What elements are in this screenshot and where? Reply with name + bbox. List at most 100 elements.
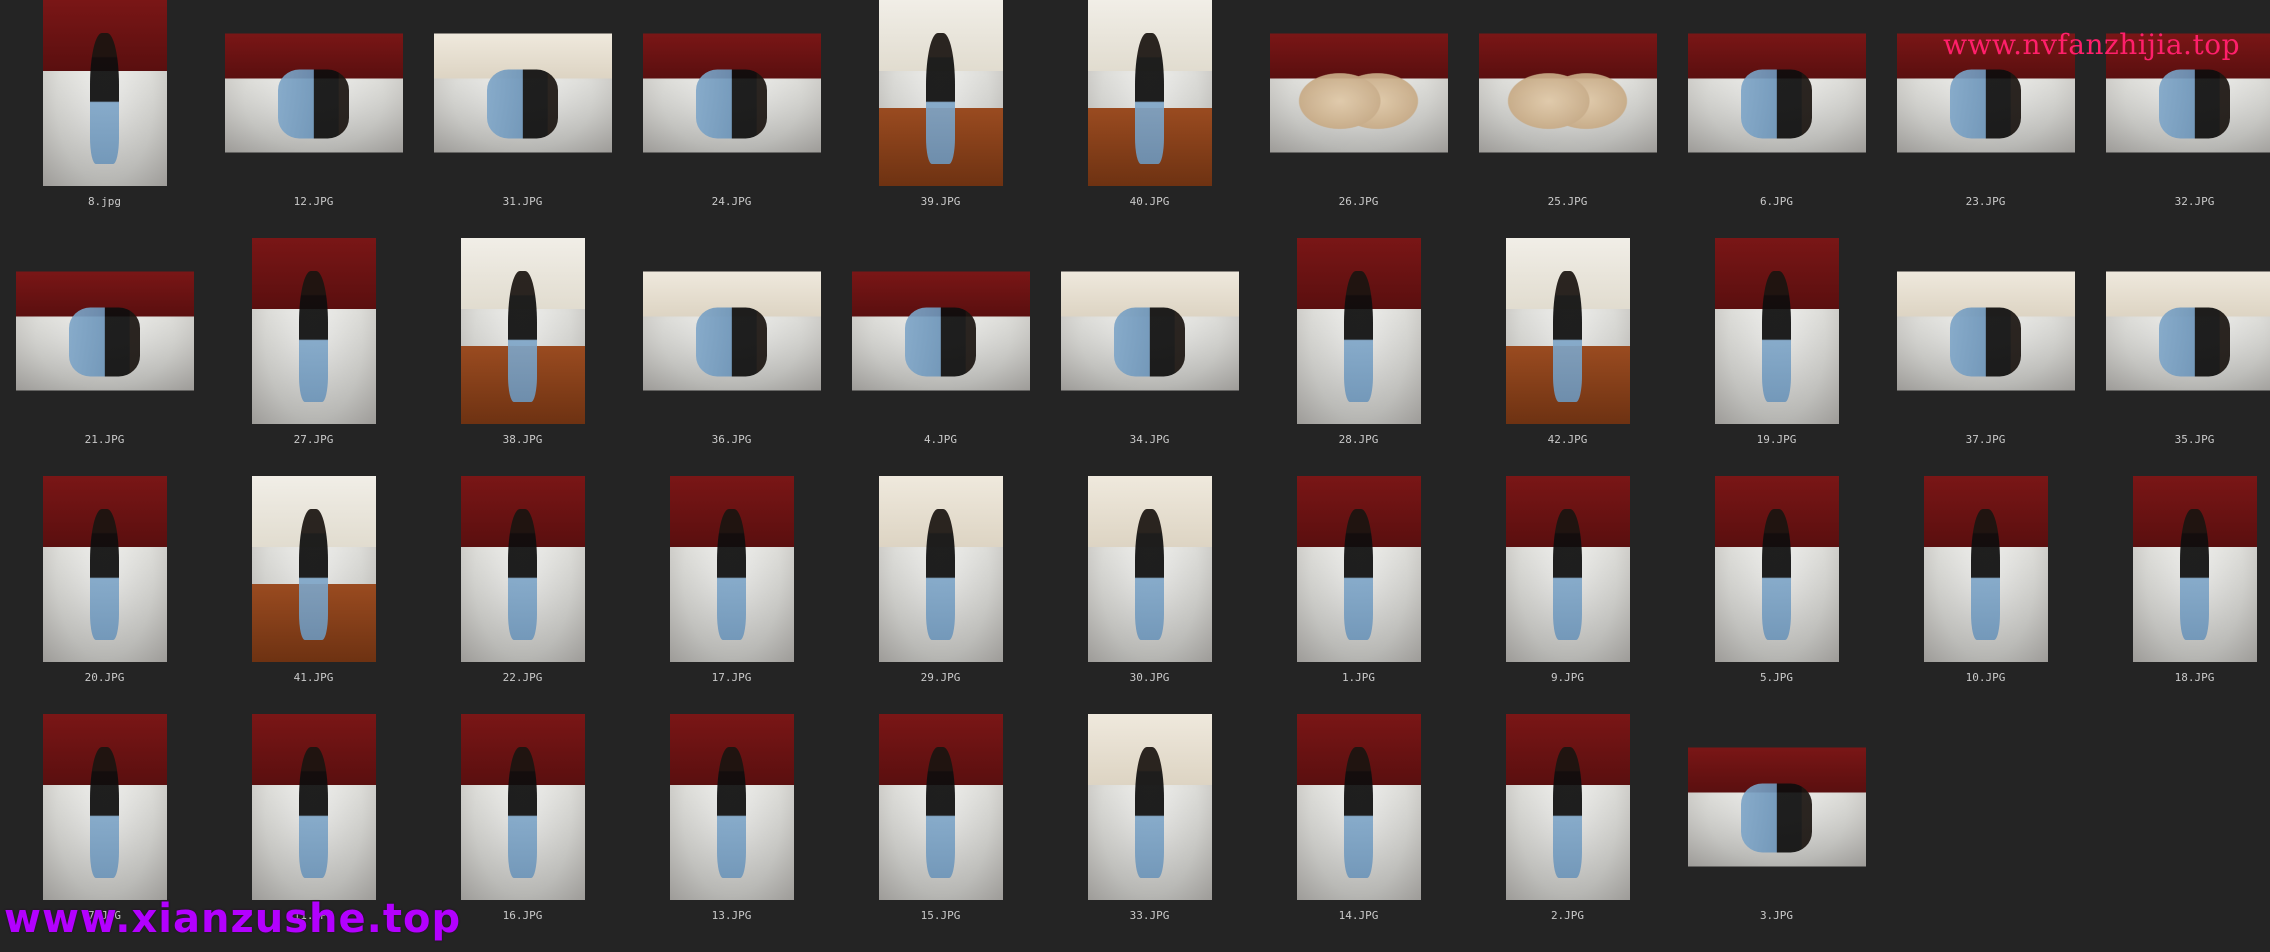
thumbnail-filename[interactable]: 27.JPG [209,433,418,446]
thumbnail-filename[interactable]: 12.JPG [209,195,418,208]
thumbnail-image[interactable] [1061,272,1239,391]
thumbnail-image[interactable] [670,476,794,662]
thumbnail-item[interactable]: 36.JPG [627,238,836,476]
thumbnail-filename[interactable]: 38.JPG [418,433,627,446]
thumbnail-filename[interactable]: 5.JPG [1672,671,1881,684]
thumbnail-image[interactable] [1715,238,1839,424]
thumbnail-item[interactable]: 29.JPG [836,476,1045,714]
thumbnail-item[interactable]: 33.JPG [1045,714,1254,952]
thumbnail-item[interactable]: 24.JPG [627,0,836,238]
thumbnail-item[interactable]: 1.JPG [1254,476,1463,714]
thumbnail-image[interactable] [1688,34,1866,153]
thumbnail-image[interactable] [643,34,821,153]
thumbnail-item[interactable]: 19.JPG [1672,238,1881,476]
thumbnail-image[interactable] [1715,476,1839,662]
thumbnail-item[interactable]: 26.JPG [1254,0,1463,238]
thumbnail-item[interactable]: 28.JPG [1254,238,1463,476]
thumbnail-filename[interactable]: 10.JPG [1881,671,2090,684]
thumbnail-item[interactable]: 40.JPG [1045,0,1254,238]
thumbnail-filename[interactable]: 15.JPG [836,909,1045,922]
thumbnail-item[interactable]: 21.JPG [0,238,209,476]
thumbnail-image[interactable] [16,272,194,391]
thumbnail-image[interactable] [1506,714,1630,900]
thumbnail-image[interactable] [1506,238,1630,424]
thumbnail-item[interactable]: 8.jpg [0,0,209,238]
thumbnail-filename[interactable]: 18.JPG [2090,671,2270,684]
thumbnail-image[interactable] [43,476,167,662]
thumbnail-filename[interactable]: 42.JPG [1463,433,1672,446]
thumbnail-filename[interactable]: 9.JPG [1463,671,1672,684]
thumbnail-image[interactable] [879,714,1003,900]
thumbnail-item[interactable]: 9.JPG [1463,476,1672,714]
thumbnail-filename[interactable]: 29.JPG [836,671,1045,684]
thumbnail-item[interactable]: 35.JPG [2090,238,2270,476]
thumbnail-filename[interactable]: 28.JPG [1254,433,1463,446]
thumbnail-image[interactable] [252,238,376,424]
thumbnail-image[interactable] [1088,476,1212,662]
thumbnail-filename[interactable]: 36.JPG [627,433,836,446]
thumbnail-image[interactable] [252,476,376,662]
thumbnail-item[interactable]: 31.JPG [418,0,627,238]
thumbnail-filename[interactable]: 40.JPG [1045,195,1254,208]
thumbnail-item[interactable]: 22.JPG [418,476,627,714]
thumbnail-image[interactable] [2106,272,2270,391]
thumbnail-image[interactable] [43,0,167,186]
thumbnail-item[interactable]: 17.JPG [627,476,836,714]
thumbnail-item[interactable]: 15.JPG [836,714,1045,952]
thumbnail-item[interactable]: 37.JPG [1881,238,2090,476]
thumbnail-filename[interactable]: 26.JPG [1254,195,1463,208]
thumbnail-image[interactable] [1297,476,1421,662]
thumbnail-item[interactable]: 12.JPG [209,0,418,238]
thumbnail-item[interactable]: 34.JPG [1045,238,1254,476]
thumbnail-image[interactable] [852,272,1030,391]
thumbnail-filename[interactable]: 25.JPG [1463,195,1672,208]
thumbnail-filename[interactable]: 41.JPG [209,671,418,684]
thumbnail-image[interactable] [879,476,1003,662]
thumbnail-filename[interactable]: 19.JPG [1672,433,1881,446]
thumbnail-image[interactable] [461,714,585,900]
thumbnail-image[interactable] [1924,476,2048,662]
thumbnail-item[interactable]: 38.JPG [418,238,627,476]
thumbnail-image[interactable] [225,34,403,153]
thumbnail-item[interactable]: 25.JPG [1463,0,1672,238]
thumbnail-item[interactable]: 3.JPG [1672,714,1881,952]
thumbnail-item[interactable]: 27.JPG [209,238,418,476]
thumbnail-image[interactable] [2133,476,2257,662]
thumbnail-filename[interactable]: 24.JPG [627,195,836,208]
thumbnail-filename[interactable]: 8.jpg [0,195,209,208]
thumbnail-image[interactable] [434,34,612,153]
thumbnail-image[interactable] [252,714,376,900]
thumbnail-filename[interactable]: 37.JPG [1881,433,2090,446]
thumbnail-image[interactable] [1897,272,2075,391]
thumbnail-item[interactable]: 18.JPG [2090,476,2270,714]
thumbnail-filename[interactable]: 4.JPG [836,433,1045,446]
thumbnail-filename[interactable]: 39.JPG [836,195,1045,208]
thumbnail-image[interactable] [1088,0,1212,186]
thumbnail-filename[interactable]: 35.JPG [2090,433,2270,446]
thumbnail-image[interactable] [1270,34,1448,153]
thumbnail-item[interactable]: 20.JPG [0,476,209,714]
thumbnail-image[interactable] [1297,714,1421,900]
thumbnail-filename[interactable]: 34.JPG [1045,433,1254,446]
thumbnail-image[interactable] [1088,714,1212,900]
thumbnail-item[interactable]: 5.JPG [1672,476,1881,714]
thumbnail-filename[interactable]: 1.JPG [1254,671,1463,684]
thumbnail-filename[interactable]: 30.JPG [1045,671,1254,684]
thumbnail-filename[interactable]: 22.JPG [418,671,627,684]
thumbnail-image[interactable] [1297,238,1421,424]
thumbnail-filename[interactable]: 33.JPG [1045,909,1254,922]
thumbnail-image[interactable] [670,714,794,900]
thumbnail-filename[interactable]: 21.JPG [0,433,209,446]
thumbnail-filename[interactable]: 20.JPG [0,671,209,684]
thumbnail-image[interactable] [461,476,585,662]
thumbnail-item[interactable]: 13.JPG [627,714,836,952]
thumbnail-filename[interactable]: 23.JPG [1881,195,2090,208]
thumbnail-item[interactable]: 39.JPG [836,0,1045,238]
thumbnail-image[interactable] [1479,34,1657,153]
thumbnail-filename[interactable]: 6.JPG [1672,195,1881,208]
thumbnail-image[interactable] [643,272,821,391]
thumbnail-item[interactable]: 14.JPG [1254,714,1463,952]
thumbnail-filename[interactable]: 14.JPG [1254,909,1463,922]
thumbnail-item[interactable]: 30.JPG [1045,476,1254,714]
thumbnail-item[interactable]: 6.JPG [1672,0,1881,238]
